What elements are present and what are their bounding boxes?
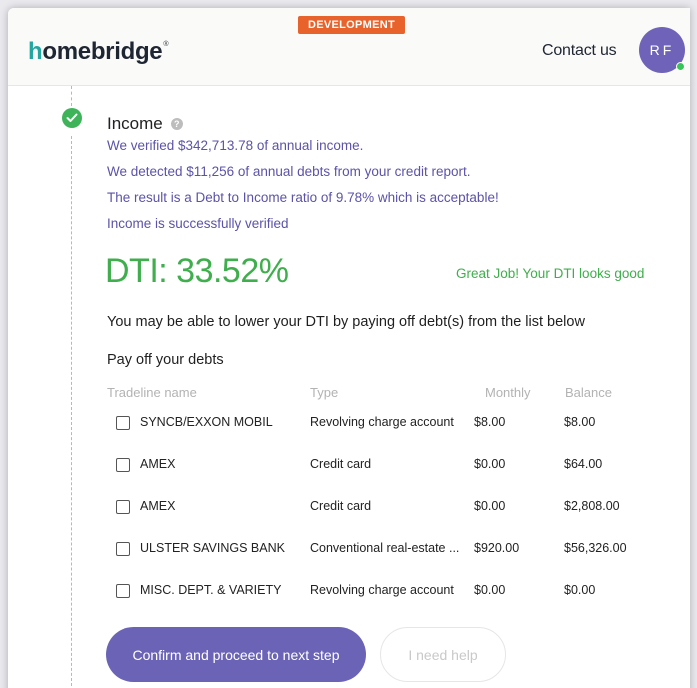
tradeline-type: Revolving charge account [310,415,454,429]
avatar-initials: RF [649,42,675,58]
tradeline-monthly: $8.00 [474,415,506,429]
row-checkbox[interactable] [116,542,130,556]
top-header: DEVELOPMENT h omebridge ® Contact us RF [8,8,690,86]
pay-off-debts-title: Pay off your debts [107,352,224,368]
tradeline-balance: $64.00 [564,457,603,471]
user-avatar[interactable]: RF [639,27,685,73]
dti-status-text: Great Job! Your DTI looks good [456,266,645,281]
table-row: AMEX Credit card $0.00 $2,808.00 [8,496,690,516]
tradeline-name: SYNCB/EXXON MOBIL [140,415,273,429]
tradeline-name: ULSTER SAVINGS BANK [140,541,285,555]
row-checkbox[interactable] [116,416,130,430]
environment-badge: DEVELOPMENT [298,16,406,34]
tradeline-type: Revolving charge account [310,583,454,597]
income-section-title: Income ? [107,114,183,134]
confirm-proceed-button[interactable]: Confirm and proceed to next step [106,627,366,682]
need-help-button[interactable]: I need help [380,627,506,682]
tradeline-balance: $56,326.00 [564,541,627,555]
row-checkbox[interactable] [116,458,130,472]
dti-value: DTI: 33.52% [105,252,289,290]
timeline-connector-top [71,86,72,106]
tradeline-type: Credit card [310,499,372,513]
table-row: MISC. DEPT. & VARIETY Revolving charge a… [8,580,690,600]
tradeline-monthly: $920.00 [474,541,520,555]
tradeline-name: AMEX [140,457,176,471]
logo-mark: h [28,38,43,65]
info-icon[interactable]: ? [170,118,183,130]
column-header-balance: Balance [565,385,612,400]
logo-text: omebridge [42,38,163,65]
verification-status-message: Income is successfully verified [107,216,289,231]
tradeline-balance: $2,808.00 [564,499,620,513]
tradeline-balance: $8.00 [564,415,596,429]
tradeline-type: Credit card [310,457,372,471]
row-checkbox[interactable] [116,500,130,514]
column-header-type: Type [310,385,339,400]
tradeline-name: AMEX [140,499,176,513]
tradeline-type: Conventional real-estate ... [310,541,460,555]
column-header-tradeline: Tradeline name [107,385,197,400]
verified-income-message: We verified $342,713.78 of annual income… [107,138,364,153]
tradeline-monthly: $0.00 [474,583,506,597]
registered-mark: ® [163,41,169,48]
homebridge-logo[interactable]: h omebridge ® [28,38,169,66]
dti-result-message: The result is a Debt to Income ratio of … [107,190,499,205]
tradeline-monthly: $0.00 [474,457,506,471]
contact-us-link[interactable]: Contact us [542,42,617,60]
online-status-dot [676,62,685,71]
table-row: AMEX Credit card $0.00 $64.00 [8,454,690,474]
tradeline-monthly: $0.00 [474,499,506,513]
table-row: SYNCB/EXXON MOBIL Revolving charge accou… [8,412,690,432]
row-checkbox[interactable] [116,584,130,598]
lower-dti-hint: You may be able to lower your DTI by pay… [107,314,585,330]
step-complete-check-icon [62,108,82,128]
income-title-text: Income [107,114,163,133]
table-row: ULSTER SAVINGS BANK Conventional real-es… [8,538,690,558]
tradeline-name: MISC. DEPT. & VARIETY [140,583,282,597]
column-header-monthly: Monthly [485,385,531,400]
detected-debts-message: We detected $11,256 of annual debts from… [107,164,471,179]
app-window: DEVELOPMENT h omebridge ® Contact us RF In… [8,8,690,688]
tradeline-balance: $0.00 [564,583,596,597]
